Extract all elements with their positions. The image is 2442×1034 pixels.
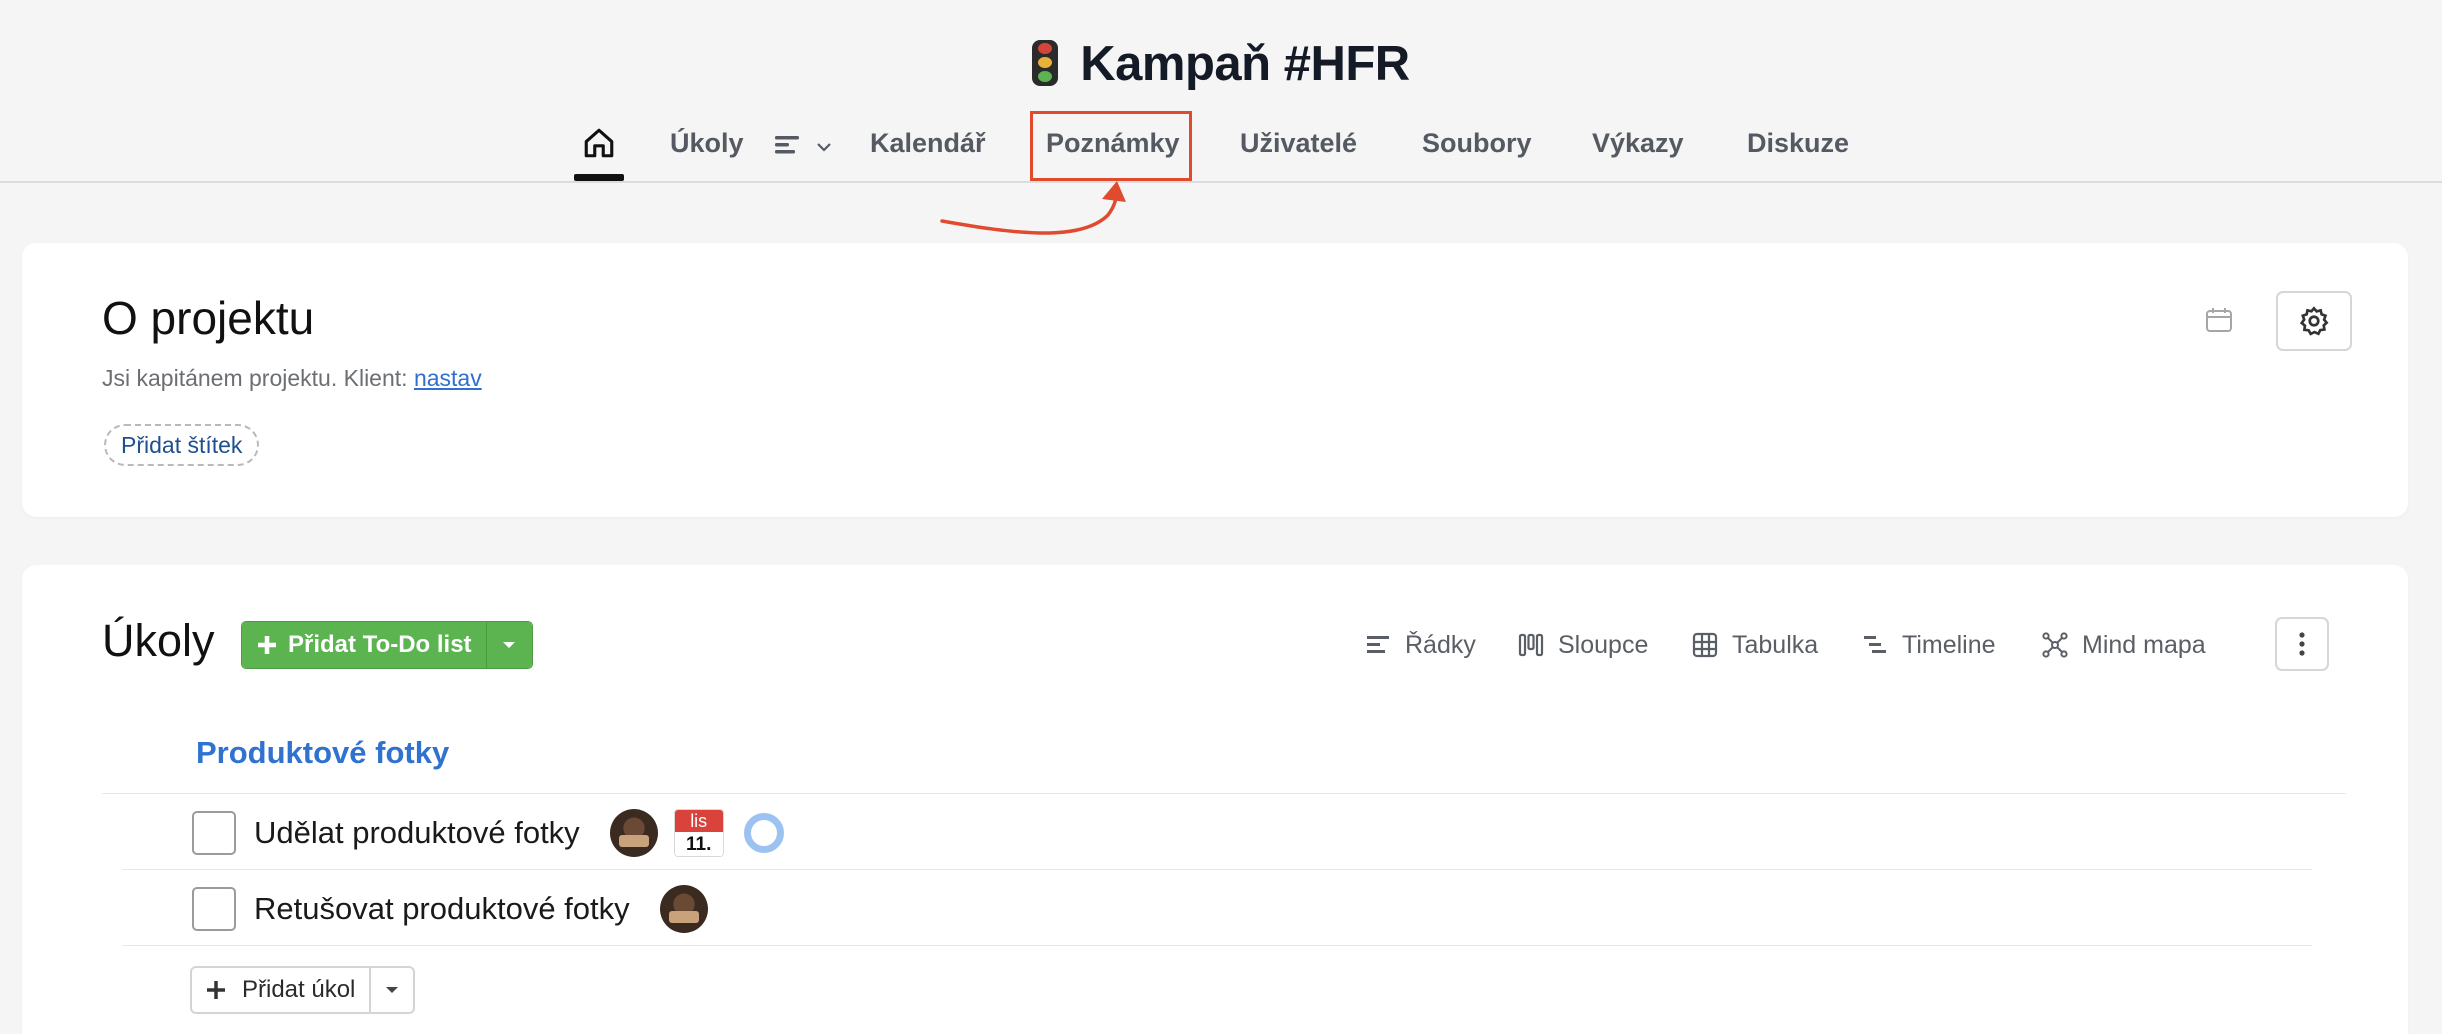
task-checkbox[interactable] bbox=[192, 811, 236, 855]
add-tag-button[interactable]: Přidat štítek bbox=[104, 424, 260, 466]
task-row: Retušovat produktové fotky bbox=[192, 885, 708, 933]
tab-reports[interactable]: Výkazy bbox=[1592, 126, 1684, 182]
project-header: Kampaň #HFR Úkoly Kalendář Poznámky Uživ… bbox=[0, 0, 2442, 183]
rows-icon bbox=[1367, 636, 1389, 653]
home-icon bbox=[584, 128, 614, 158]
list-view-icon bbox=[775, 136, 800, 154]
tab-calendar[interactable]: Kalendář bbox=[870, 126, 986, 182]
calendar-icon[interactable] bbox=[2204, 305, 2234, 335]
gear-icon bbox=[2299, 306, 2329, 336]
timeline-icon bbox=[1864, 636, 1886, 653]
view-rows[interactable]: Řádky bbox=[1367, 625, 1476, 665]
about-subtitle: Jsi kapitánem projektu. Klient: nastav bbox=[102, 365, 482, 392]
about-card: O projektu Jsi kapitánem projektu. Klien… bbox=[22, 243, 2408, 517]
settings-button[interactable] bbox=[2276, 291, 2352, 351]
view-rows-label: Řádky bbox=[1405, 630, 1476, 659]
add-todo-list-label: Přidat To-Do list bbox=[288, 631, 472, 658]
view-timeline-label: Timeline bbox=[1902, 630, 1996, 659]
traffic-light-icon bbox=[1032, 40, 1059, 86]
tasks-card: Úkoly Přidat To-Do list Řádky Sloupce Ta… bbox=[22, 565, 2408, 1034]
task-title[interactable]: Udělat produktové fotky bbox=[254, 815, 580, 851]
add-task-button[interactable]: Přidat úkol bbox=[192, 968, 369, 1012]
due-date-badge[interactable]: lis 11. bbox=[673, 809, 724, 857]
tab-tasks-label: Úkoly bbox=[670, 128, 744, 158]
caret-down-icon bbox=[503, 642, 516, 648]
plus-icon bbox=[258, 636, 276, 654]
tab-users[interactable]: Uživatelé bbox=[1240, 126, 1357, 182]
divider bbox=[122, 869, 2312, 870]
task-row: Udělat produktové fotky lis 11. bbox=[192, 809, 784, 857]
add-task-button-group: Přidat úkol bbox=[190, 966, 416, 1014]
view-mind-map[interactable]: Mind mapa bbox=[2042, 625, 2206, 665]
due-date-month: lis bbox=[674, 810, 723, 832]
add-todo-list-dropdown[interactable] bbox=[485, 622, 532, 668]
progress-ring-icon[interactable] bbox=[743, 813, 784, 853]
tab-files[interactable]: Soubory bbox=[1422, 126, 1532, 182]
project-title-text: Kampaň #HFR bbox=[1080, 37, 1410, 91]
add-todo-list-button-group: Přidat To-Do list bbox=[241, 621, 533, 669]
more-vertical-icon bbox=[2299, 632, 2305, 656]
add-task-label: Přidat úkol bbox=[242, 976, 356, 1003]
tasks-title: Úkoly bbox=[102, 615, 215, 666]
avatar[interactable] bbox=[609, 809, 658, 857]
task-title[interactable]: Retušovat produktové fotky bbox=[254, 891, 630, 927]
plus-icon bbox=[207, 981, 225, 999]
avatar[interactable] bbox=[659, 885, 708, 933]
tab-discussions[interactable]: Diskuze bbox=[1747, 126, 1849, 182]
notes-highlight-box bbox=[1030, 111, 1192, 181]
view-timeline[interactable]: Timeline bbox=[1864, 625, 1996, 665]
about-subtitle-text: Jsi kapitánem projektu. Klient: bbox=[102, 365, 408, 391]
chevron-down-icon[interactable] bbox=[815, 140, 833, 154]
view-columns[interactable]: Sloupce bbox=[1518, 625, 1648, 665]
view-table[interactable]: Tabulka bbox=[1692, 625, 1818, 665]
about-title: O projektu bbox=[102, 292, 315, 344]
todo-list-title[interactable]: Produktové fotky bbox=[196, 735, 449, 771]
more-options-button[interactable] bbox=[2275, 617, 2329, 671]
view-mind-map-label: Mind mapa bbox=[2082, 630, 2206, 659]
task-checkbox[interactable] bbox=[192, 887, 236, 931]
due-date-day: 11. bbox=[674, 832, 723, 856]
divider bbox=[122, 945, 2312, 946]
project-title: Kampaň #HFR bbox=[0, 36, 2442, 92]
add-task-dropdown[interactable] bbox=[369, 968, 413, 1012]
tab-tasks[interactable]: Úkoly bbox=[670, 126, 833, 182]
active-tab-indicator bbox=[574, 174, 624, 181]
table-icon bbox=[1692, 632, 1718, 658]
view-columns-label: Sloupce bbox=[1558, 630, 1649, 659]
annotation-arrow bbox=[940, 181, 1126, 235]
mind-map-icon bbox=[2042, 632, 2068, 658]
set-client-link[interactable]: nastav bbox=[414, 365, 482, 391]
caret-down-icon bbox=[386, 987, 399, 993]
add-todo-list-button[interactable]: Přidat To-Do list bbox=[242, 622, 486, 668]
view-table-label: Tabulka bbox=[1732, 630, 1819, 659]
columns-icon bbox=[1518, 633, 1544, 657]
divider bbox=[102, 793, 2346, 794]
